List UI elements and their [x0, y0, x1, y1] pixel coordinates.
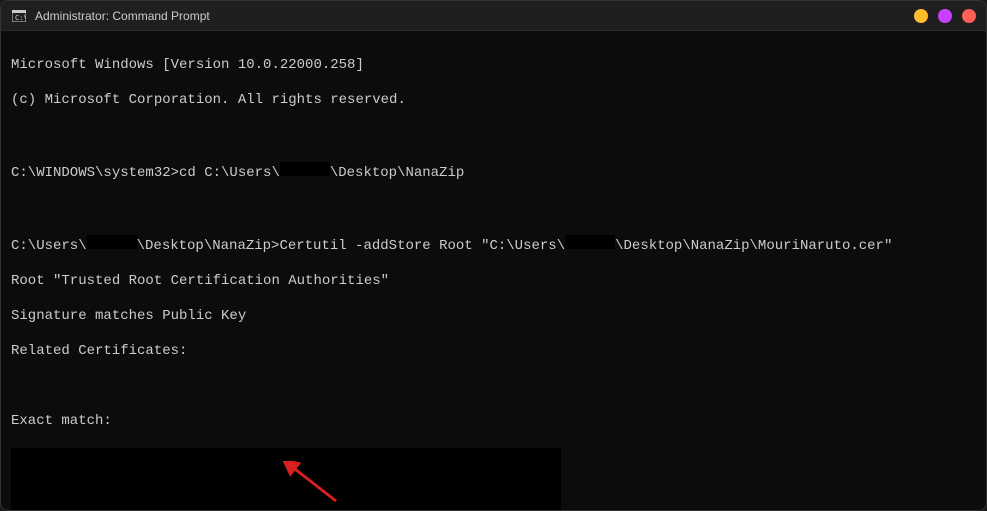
output-line: C:\WINDOWS\system32>cd C:\Users\ \Desktop… — [11, 162, 976, 183]
close-button[interactable] — [962, 9, 976, 23]
command-text: \Desktop\NanaZip>Certutil -addStore Root… — [137, 238, 565, 254]
output-line: Root "Trusted Root Certification Authori… — [11, 273, 976, 291]
output-line: (c) Microsoft Corporation. All rights re… — [11, 92, 976, 110]
output-line: Signature matches Public Key — [11, 308, 976, 326]
svg-text:C:\: C:\ — [15, 14, 26, 22]
redacted-username — [87, 235, 137, 249]
command-prompt-window: C:\ Administrator: Command Prompt Micros… — [0, 0, 987, 511]
window-controls — [914, 9, 976, 23]
minimize-button[interactable] — [914, 9, 928, 23]
command-text: \Desktop\NanaZip\MouriNaruto.cer" — [615, 238, 892, 254]
output-line: Exact match: — [11, 413, 976, 431]
titlebar[interactable]: C:\ Administrator: Command Prompt — [1, 1, 986, 31]
output-line — [11, 127, 976, 145]
redacted-username — [280, 162, 330, 176]
window-title: Administrator: Command Prompt — [35, 9, 914, 23]
maximize-button[interactable] — [938, 9, 952, 23]
output-line: Microsoft Windows [Version 10.0.22000.25… — [11, 57, 976, 75]
output-line — [11, 378, 976, 396]
prompt-text: C:\WINDOWS\system32>cd C:\Users\ — [11, 165, 280, 181]
output-line: C:\Users\ \Desktop\NanaZip>Certutil -addS… — [11, 235, 976, 256]
redacted-block — [11, 448, 561, 511]
output-line: Related Certificates: — [11, 343, 976, 361]
prompt-text: C:\Users\ — [11, 238, 87, 254]
path-text: \Desktop\NanaZip — [330, 165, 464, 181]
output-line — [11, 200, 976, 218]
terminal-output[interactable]: Microsoft Windows [Version 10.0.22000.25… — [1, 31, 986, 510]
redacted-username — [565, 235, 615, 249]
cmd-icon: C:\ — [11, 8, 27, 24]
